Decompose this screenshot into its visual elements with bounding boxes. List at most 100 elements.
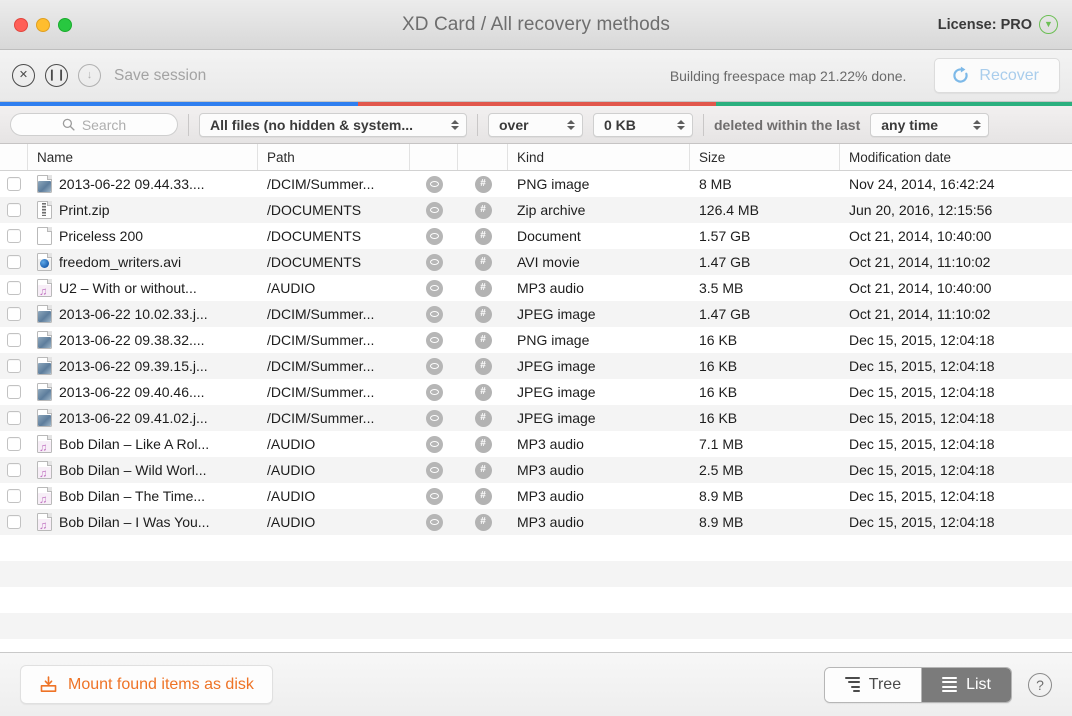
zoom-button[interactable] [58, 17, 72, 32]
preview-cell[interactable] [410, 483, 458, 509]
hash-icon[interactable]: # [474, 227, 492, 245]
column-header-kind[interactable]: Kind [508, 144, 690, 170]
table-row[interactable]: 2013-06-22 10.02.33.j... /DCIM/Summer... #… [0, 301, 1072, 327]
row-checkbox[interactable] [0, 171, 28, 197]
list-view-button[interactable]: List [921, 667, 1011, 702]
column-header-date[interactable]: Modification date [840, 144, 1072, 170]
table-row[interactable]: 2013-06-22 09.39.15.j... /DCIM/Summer... #… [0, 353, 1072, 379]
row-checkbox[interactable] [0, 327, 28, 353]
minimize-button[interactable] [36, 17, 50, 32]
row-checkbox[interactable] [0, 197, 28, 223]
preview-cell[interactable] [410, 405, 458, 431]
eye-icon[interactable] [425, 305, 443, 323]
column-header-select[interactable] [0, 144, 28, 170]
hex-cell[interactable]: # [458, 405, 508, 431]
eye-icon[interactable] [425, 383, 443, 401]
table-row[interactable]: Bob Dilan – Like A Rol... /AUDIO # MP3 audi… [0, 431, 1072, 457]
eye-icon[interactable] [425, 253, 443, 271]
hex-cell[interactable]: # [458, 483, 508, 509]
mount-found-items-button[interactable]: Mount found items as disk [20, 665, 273, 704]
row-checkbox[interactable] [0, 431, 28, 457]
license-indicator[interactable]: License: PRO ▼ [938, 15, 1058, 34]
eye-icon[interactable] [425, 357, 443, 375]
hash-icon[interactable]: # [474, 305, 492, 323]
comparator-select[interactable]: over [488, 112, 583, 137]
hash-icon[interactable]: # [474, 357, 492, 375]
pause-circle-icon[interactable]: ❙❙ [45, 64, 68, 87]
recover-button[interactable]: Recover [934, 58, 1060, 93]
row-checkbox[interactable] [0, 509, 28, 535]
row-checkbox[interactable] [0, 353, 28, 379]
column-header-preview[interactable] [410, 144, 458, 170]
column-header-hex[interactable] [458, 144, 508, 170]
hash-icon[interactable]: # [474, 461, 492, 479]
hex-cell[interactable]: # [458, 301, 508, 327]
preview-cell[interactable] [410, 301, 458, 327]
close-button[interactable] [14, 17, 28, 32]
table-row[interactable]: 2013-06-22 09.41.02.j... /DCIM/Summer... #… [0, 405, 1072, 431]
help-circle-icon[interactable]: ? [1028, 672, 1052, 697]
table-row[interactable]: 2013-06-22 09.38.32.... /DCIM/Summer... # P… [0, 327, 1072, 353]
column-header-size[interactable]: Size [690, 144, 840, 170]
hash-icon[interactable]: # [474, 331, 492, 349]
table-row[interactable]: freedom_writers.avi/DOCUMENTS # AVI movie 1… [0, 249, 1072, 275]
eye-icon[interactable] [425, 279, 443, 297]
hash-icon[interactable]: # [474, 253, 492, 271]
table-row[interactable]: Bob Dilan – The Time... /AUDIO # MP3 audio 8… [0, 483, 1072, 509]
row-checkbox[interactable] [0, 457, 28, 483]
search-input[interactable]: Search [10, 113, 178, 136]
download-circle-icon[interactable]: ↓ [78, 64, 101, 87]
row-checkbox[interactable] [0, 223, 28, 249]
eye-icon[interactable] [425, 513, 443, 531]
hex-cell[interactable]: # [458, 197, 508, 223]
eye-icon[interactable] [425, 461, 443, 479]
table-row[interactable]: Priceless 200/DOCUMENTS # Document 1.57 GB O… [0, 223, 1072, 249]
column-header-path[interactable]: Path [258, 144, 410, 170]
row-checkbox[interactable] [0, 405, 28, 431]
hash-icon[interactable]: # [474, 201, 492, 219]
hex-cell[interactable]: # [458, 457, 508, 483]
hex-cell[interactable]: # [458, 249, 508, 275]
table-row[interactable]: 2013-06-22 09.40.46.... /DCIM/Summer... # J… [0, 379, 1072, 405]
row-checkbox[interactable] [0, 275, 28, 301]
hash-icon[interactable]: # [474, 409, 492, 427]
hash-icon[interactable]: # [474, 435, 492, 453]
preview-cell[interactable] [410, 431, 458, 457]
preview-cell[interactable] [410, 509, 458, 535]
preview-cell[interactable] [410, 223, 458, 249]
eye-icon[interactable] [425, 487, 443, 505]
preview-cell[interactable] [410, 353, 458, 379]
column-header-name[interactable]: Name [28, 144, 258, 170]
table-row[interactable]: Print.zip/DOCUMENTS # Zip archive 126.4 MB J… [0, 197, 1072, 223]
time-filter-select[interactable]: any time [870, 112, 990, 137]
table-row[interactable]: 2013-06-22 09.44.33.... /DCIM/Summer... # P… [0, 171, 1072, 197]
hex-cell[interactable]: # [458, 353, 508, 379]
hex-cell[interactable]: # [458, 379, 508, 405]
eye-icon[interactable] [425, 409, 443, 427]
hex-cell[interactable]: # [458, 223, 508, 249]
hex-cell[interactable]: # [458, 509, 508, 535]
eye-icon[interactable] [425, 175, 443, 193]
row-checkbox[interactable] [0, 379, 28, 405]
eye-icon[interactable] [425, 201, 443, 219]
table-row[interactable]: Bob Dilan – I Was You... /AUDIO # MP3 audio… [0, 509, 1072, 535]
eye-icon[interactable] [425, 331, 443, 349]
preview-cell[interactable] [410, 275, 458, 301]
hex-cell[interactable]: # [458, 431, 508, 457]
stop-circle-icon[interactable]: ✕ [12, 64, 35, 87]
row-checkbox[interactable] [0, 301, 28, 327]
table-row[interactable]: U2 – With or without... /AUDIO # MP3 audio 3… [0, 275, 1072, 301]
hash-icon[interactable]: # [474, 487, 492, 505]
preview-cell[interactable] [410, 171, 458, 197]
chevron-down-circle-icon[interactable]: ▼ [1039, 15, 1058, 34]
kind-filter-select[interactable]: All files (no hidden & system... [199, 112, 467, 137]
eye-icon[interactable] [425, 435, 443, 453]
preview-cell[interactable] [410, 327, 458, 353]
hash-icon[interactable]: # [474, 383, 492, 401]
size-filter-select[interactable]: 0 KB [593, 112, 693, 137]
hex-cell[interactable]: # [458, 171, 508, 197]
tree-view-button[interactable]: Tree [824, 667, 922, 702]
preview-cell[interactable] [410, 379, 458, 405]
preview-cell[interactable] [410, 197, 458, 223]
hash-icon[interactable]: # [474, 513, 492, 531]
